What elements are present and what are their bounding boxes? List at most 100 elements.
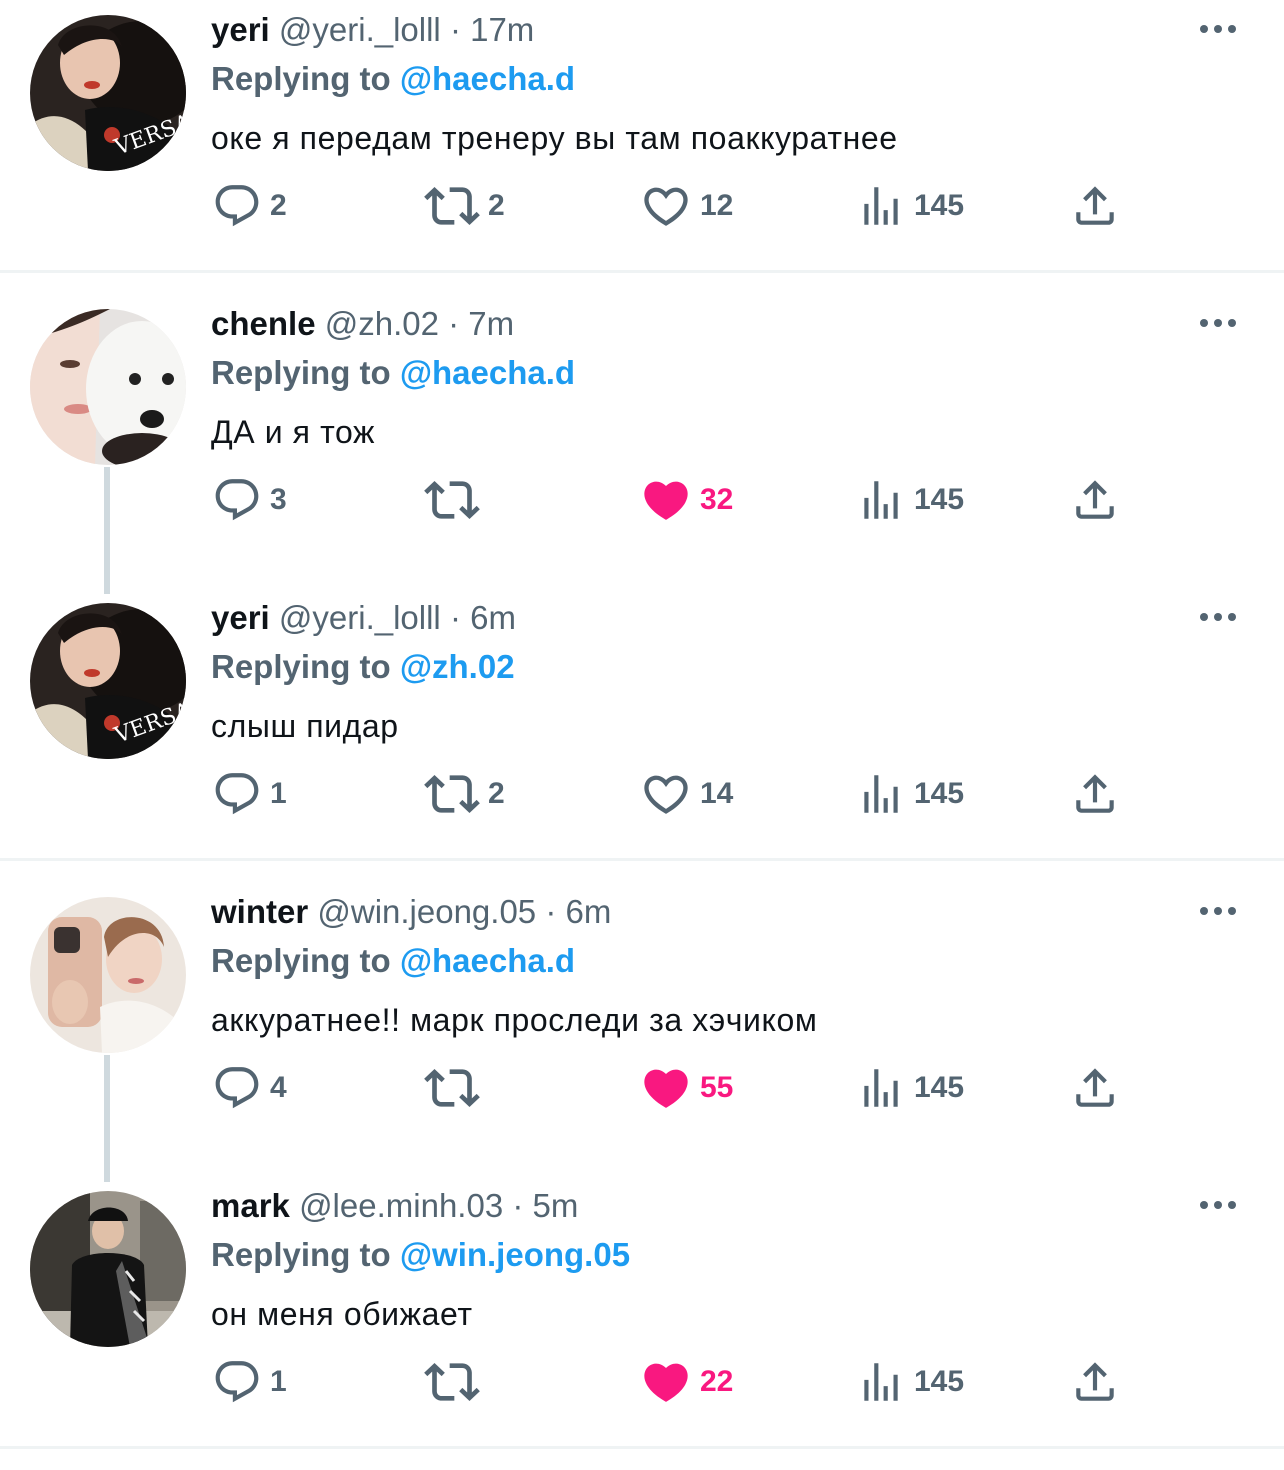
replying-prefix: Replying to xyxy=(211,60,391,97)
like-button[interactable]: 14 xyxy=(640,766,733,822)
more-options-icon[interactable] xyxy=(1196,896,1240,926)
views-button[interactable]: 145 xyxy=(856,766,964,822)
timestamp[interactable]: · 5m xyxy=(512,1187,578,1224)
more-options-icon[interactable] xyxy=(1196,1190,1240,1220)
display-name[interactable]: mark xyxy=(211,1187,290,1224)
yeri-avatar-image xyxy=(30,15,186,171)
timestamp[interactable]: · 17m xyxy=(450,11,534,48)
retweet-icon xyxy=(424,472,480,528)
more-options-icon[interactable] xyxy=(1196,602,1240,632)
views-icon xyxy=(856,475,906,525)
like-count: 55 xyxy=(700,1071,734,1104)
tweet[interactable]: chenle @zh.02 · 7m Replying to @haecha.d… xyxy=(0,294,1284,594)
tweet[interactable]: yeri @yeri._lolll · 6m Replying to @zh.0… xyxy=(0,588,1284,882)
share-icon xyxy=(1070,475,1120,525)
views-icon xyxy=(856,1357,906,1407)
divider xyxy=(0,1446,1284,1449)
share-button[interactable] xyxy=(1070,766,1120,822)
heart-filled-icon xyxy=(640,1356,692,1408)
replying-to-link[interactable]: @haecha.d xyxy=(400,354,575,391)
tweet[interactable]: mark @lee.minh.03 · 5m Replying to @win.… xyxy=(0,1176,1284,1470)
share-button[interactable] xyxy=(1070,1060,1120,1116)
retweet-button[interactable] xyxy=(424,1354,488,1410)
reply-icon xyxy=(212,1357,262,1407)
heart-filled-icon xyxy=(640,1062,692,1114)
more-options-icon[interactable] xyxy=(1196,14,1240,44)
retweet-icon xyxy=(424,1354,480,1410)
like-count: 22 xyxy=(700,1365,734,1398)
share-button[interactable] xyxy=(1070,178,1120,234)
user-handle[interactable]: @zh.02 xyxy=(325,305,439,342)
share-button[interactable] xyxy=(1070,1354,1120,1410)
replying-to-link[interactable]: @haecha.d xyxy=(400,942,575,979)
divider xyxy=(0,270,1284,273)
retweet-count: 2 xyxy=(488,777,505,810)
retweet-button[interactable] xyxy=(424,472,488,528)
user-handle[interactable]: @yeri._lolll xyxy=(279,599,441,636)
share-icon xyxy=(1070,769,1120,819)
views-icon xyxy=(856,769,906,819)
views-button[interactable]: 145 xyxy=(856,472,964,528)
replying-to-link[interactable]: @win.jeong.05 xyxy=(400,1236,630,1273)
replying-to-link[interactable]: @zh.02 xyxy=(400,648,515,685)
replying-to: Replying to @haecha.d xyxy=(211,56,575,102)
replying-prefix: Replying to xyxy=(211,1236,391,1273)
avatar[interactable] xyxy=(30,603,186,759)
views-button[interactable]: 145 xyxy=(856,178,964,234)
reply-count: 1 xyxy=(270,1365,287,1398)
reply-button[interactable]: 3 xyxy=(212,472,287,528)
display-name[interactable]: yeri xyxy=(211,11,270,48)
display-name[interactable]: yeri xyxy=(211,599,270,636)
view-count: 145 xyxy=(914,483,965,516)
display-name[interactable]: chenle xyxy=(211,305,316,342)
replying-prefix: Replying to xyxy=(211,354,391,391)
user-handle[interactable]: @lee.minh.03 xyxy=(299,1187,503,1224)
reply-count: 4 xyxy=(270,1071,287,1104)
user-handle[interactable]: @win.jeong.05 xyxy=(317,893,536,930)
like-button[interactable]: 55 xyxy=(640,1060,733,1116)
share-button[interactable] xyxy=(1070,472,1120,528)
reply-button[interactable]: 1 xyxy=(212,1354,287,1410)
tweet-actions: 1 22 145 xyxy=(0,1354,1284,1410)
avatar[interactable] xyxy=(30,309,186,465)
tweet-actions: 3 32 145 xyxy=(0,472,1284,528)
reply-button[interactable]: 4 xyxy=(212,1060,287,1116)
display-name[interactable]: winter xyxy=(211,893,308,930)
retweet-button[interactable]: 2 xyxy=(424,178,505,234)
tweet-header: mark @lee.minh.03 · 5m xyxy=(211,1184,578,1228)
replying-to: Replying to @zh.02 xyxy=(211,644,515,690)
reply-button[interactable]: 1 xyxy=(212,766,287,822)
avatar[interactable] xyxy=(30,15,186,171)
user-handle[interactable]: @yeri._lolll xyxy=(279,11,441,48)
avatar[interactable] xyxy=(30,1191,186,1347)
tweet-text: оке я передам тренеру вы там поаккуратне… xyxy=(211,120,898,156)
heart-icon xyxy=(640,768,692,820)
retweet-button[interactable] xyxy=(424,1060,488,1116)
like-button[interactable]: 32 xyxy=(640,472,733,528)
retweet-button[interactable]: 2 xyxy=(424,766,505,822)
like-button[interactable]: 22 xyxy=(640,1354,733,1410)
like-button[interactable]: 12 xyxy=(640,178,733,234)
share-icon xyxy=(1070,1063,1120,1113)
view-count: 145 xyxy=(914,1071,965,1104)
retweet-icon xyxy=(424,766,480,822)
reply-icon xyxy=(212,181,262,231)
avatar[interactable] xyxy=(30,897,186,1053)
like-count: 32 xyxy=(700,483,734,516)
tweet[interactable]: winter @win.jeong.05 · 6m Replying to @h… xyxy=(0,882,1284,1182)
replying-to-link[interactable]: @haecha.d xyxy=(400,60,575,97)
chenle-avatar-image xyxy=(30,309,186,465)
reply-button[interactable]: 2 xyxy=(212,178,287,234)
like-count: 14 xyxy=(700,777,734,810)
views-button[interactable]: 145 xyxy=(856,1060,964,1116)
yeri-avatar-image xyxy=(30,603,186,759)
timestamp[interactable]: · 6m xyxy=(450,599,516,636)
more-options-icon[interactable] xyxy=(1196,308,1240,338)
tweet-actions: 4 55 145 xyxy=(0,1060,1284,1116)
views-button[interactable]: 145 xyxy=(856,1354,964,1410)
timestamp[interactable]: · 6m xyxy=(545,893,611,930)
mark-avatar-image xyxy=(30,1191,186,1347)
tweet[interactable]: yeri @yeri._lolll · 17m Replying to @hae… xyxy=(0,0,1284,294)
replying-prefix: Replying to xyxy=(211,942,391,979)
timestamp[interactable]: · 7m xyxy=(448,305,514,342)
